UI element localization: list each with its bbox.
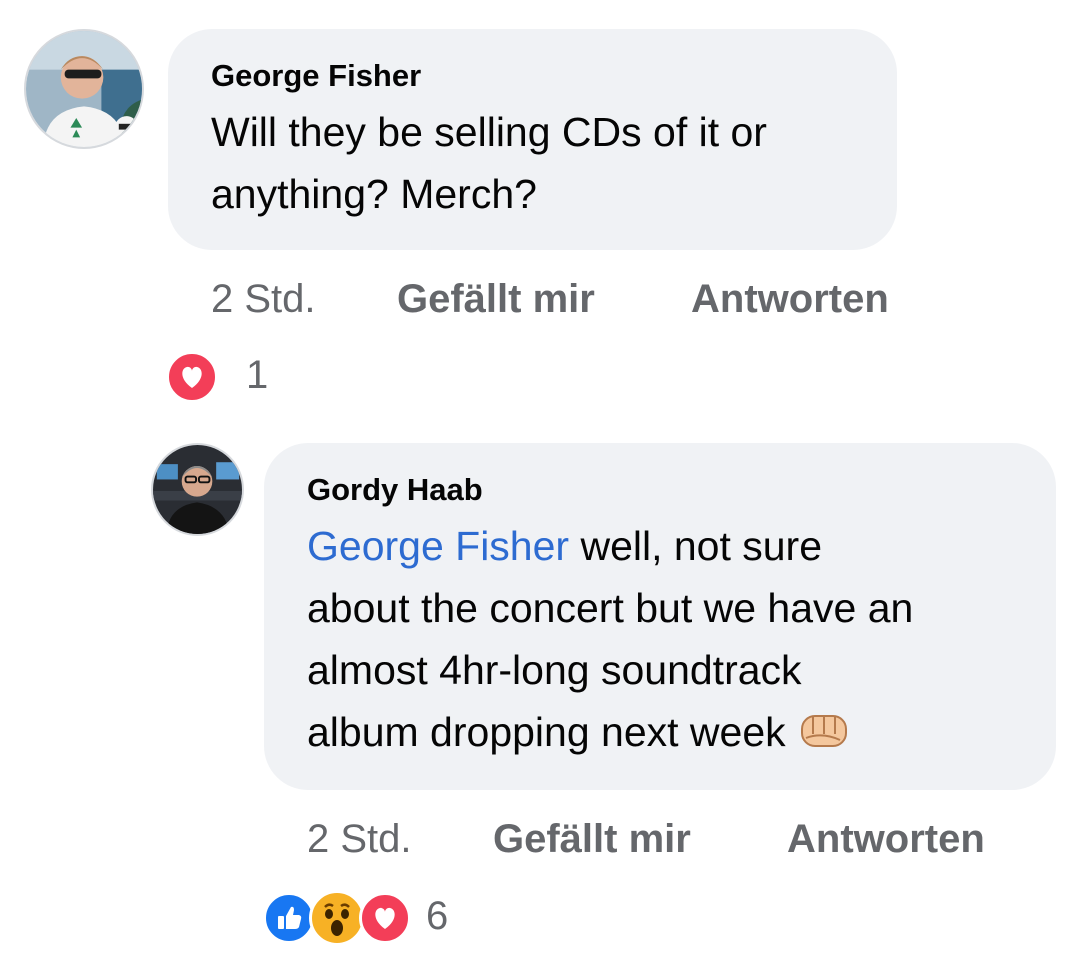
avatar-gordy-haab[interactable] bbox=[151, 443, 244, 536]
comment-text-line: almost 4hr-long soundtrack bbox=[307, 647, 802, 693]
comment-text: Will they be selling CDs of it or anythi… bbox=[211, 101, 871, 225]
comment-text-span: album dropping next week bbox=[307, 709, 786, 755]
mention-link[interactable]: George Fisher bbox=[307, 523, 569, 569]
comment-text: George Fisher well, not sure about the c… bbox=[307, 515, 1037, 763]
comment-text-line: album dropping next week bbox=[307, 701, 1037, 763]
reply-button[interactable]: Antworten bbox=[691, 277, 889, 322]
love-icon bbox=[166, 351, 218, 403]
reply-button[interactable]: Antworten bbox=[787, 817, 985, 862]
comment-timestamp[interactable]: 2 Std. bbox=[307, 817, 412, 862]
love-icon bbox=[359, 892, 411, 944]
comment-text-line: George Fisher well, not sure bbox=[307, 515, 1037, 577]
comment-author[interactable]: George Fisher bbox=[211, 58, 421, 94]
like-button[interactable]: Gefällt mir bbox=[493, 817, 691, 862]
avatar-george-fisher[interactable] bbox=[24, 29, 144, 149]
avatar-photo bbox=[153, 445, 242, 534]
like-icon bbox=[263, 892, 315, 944]
reaction-count: 6 bbox=[426, 894, 449, 938]
comment-text-content: Will they be selling CDs of it or anythi… bbox=[211, 109, 767, 217]
comment-text-line: about the concert but we have an bbox=[307, 585, 914, 631]
like-button[interactable]: Gefällt mir bbox=[397, 277, 595, 322]
comment-author[interactable]: Gordy Haab bbox=[307, 472, 483, 508]
comment-timestamp[interactable]: 2 Std. bbox=[211, 277, 316, 322]
comment-text-span: well, not sure bbox=[569, 523, 823, 569]
fist-bump-emoji bbox=[800, 705, 850, 747]
reaction-count: 1 bbox=[246, 353, 269, 397]
avatar-photo bbox=[26, 31, 142, 147]
wow-icon bbox=[309, 890, 365, 946]
